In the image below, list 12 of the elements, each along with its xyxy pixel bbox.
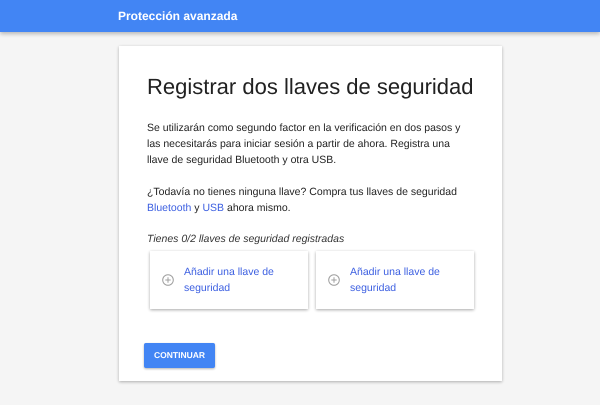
- status-text: Tienes 0/2 llaves de seguridad registradas: [147, 232, 346, 248]
- page-title: Registrar dos llaves de seguridad: [147, 74, 474, 100]
- link[interactable]: USB: [202, 202, 224, 214]
- intro-paragraph: Se utilizarán como segundo factor en la verificación en dos pasos y las necesitarás para iniciar sesión a partir de ahora. Registra una llave de seguridad Bluetooth y otra USB.: [147, 121, 462, 168]
- add-key-card[interactable]: Añadir una llave de seguridad: [316, 251, 474, 310]
- add-icon: [328, 274, 340, 286]
- link[interactable]: Bluetooth: [147, 202, 192, 214]
- add-icon: [162, 274, 174, 286]
- purchase-paragraph: ¿Todavía no tienes ninguna llave? Compra tus llaves de seguridad Bluetooth y USB ahora mismo.: [147, 185, 458, 216]
- header-title: Protección avanzada: [118, 8, 238, 25]
- continue-button[interactable]: CONTINUAR: [144, 343, 215, 368]
- add-key-card[interactable]: Añadir una llave de seguridad: [150, 251, 308, 310]
